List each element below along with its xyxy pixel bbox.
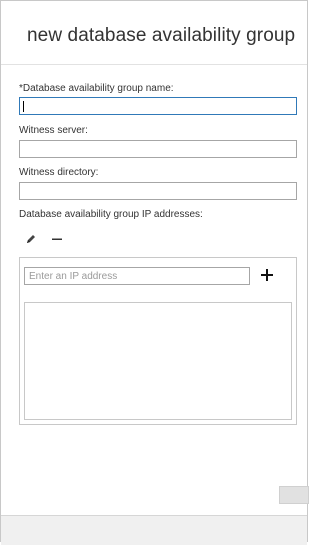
dialog-title: new database availability group <box>27 25 296 46</box>
text-caret <box>23 101 24 112</box>
witness-directory-input[interactable] <box>19 182 297 200</box>
ip-address-list[interactable] <box>24 302 292 420</box>
title-divider <box>1 64 307 65</box>
ip-address-panel <box>19 257 297 425</box>
minus-icon <box>52 238 62 240</box>
dag-name-input[interactable] <box>19 97 297 115</box>
add-ip-button[interactable] <box>258 266 276 284</box>
pencil-icon <box>27 235 35 243</box>
witness-directory-label: Witness directory: <box>19 167 99 178</box>
dag-name-label: *Database availability group name: <box>19 83 174 94</box>
witness-server-input[interactable] <box>19 140 297 158</box>
footer-button[interactable] <box>279 486 309 504</box>
ip-toolbar <box>23 231 65 247</box>
dialog-footer <box>1 515 307 545</box>
witness-server-label: Witness server: <box>19 125 88 136</box>
plus-icon <box>261 269 273 281</box>
edit-button[interactable] <box>23 231 39 247</box>
dialog-window: new database availability group *Databas… <box>0 0 309 545</box>
remove-button[interactable] <box>49 231 65 247</box>
ip-address-input[interactable] <box>24 267 250 285</box>
ip-addresses-label: Database availability group IP addresses… <box>19 209 203 220</box>
